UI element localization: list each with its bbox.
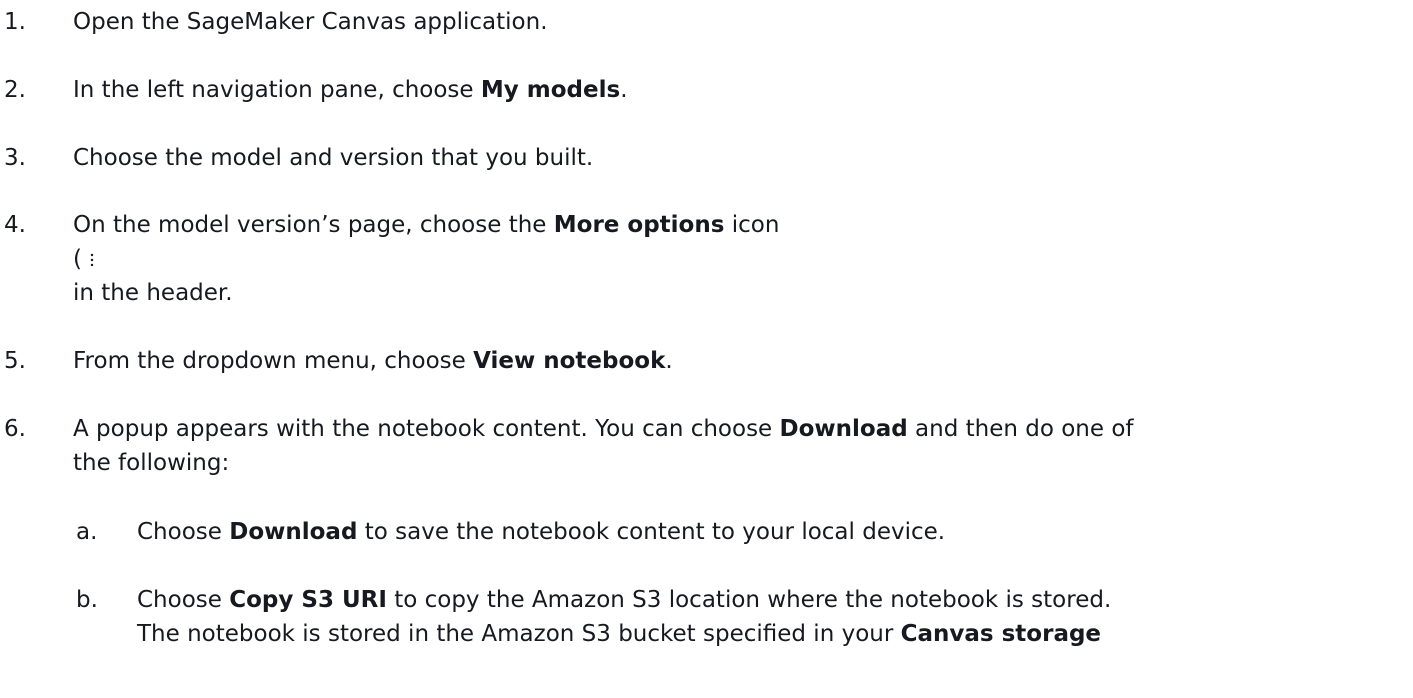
- ui-term-view-notebook: View notebook: [473, 348, 666, 374]
- more-options-icon: [90, 253, 94, 267]
- step-text: On the model version’s page, choose the …: [73, 212, 780, 306]
- ui-term-more-options: More options: [553, 212, 725, 238]
- ui-term-canvas-storage: Canvas storage: [900, 621, 1102, 647]
- substep-letter: a.: [76, 519, 98, 545]
- step-text: Open the SageMaker Canvas application.: [73, 9, 548, 35]
- step-text: A popup appears with the notebook conten…: [73, 416, 1134, 476]
- step-number: 1.: [4, 9, 26, 35]
- step-number: 2.: [4, 77, 26, 103]
- step-text: From the dropdown menu, choose View note…: [73, 348, 673, 374]
- numbered-steps-list: 1. Open the SageMaker Canvas application…: [0, 0, 1413, 698]
- ui-term-download-option: Download: [229, 519, 358, 545]
- ui-term-my-models: My models: [480, 77, 621, 103]
- substep-text: Choose Download to save the notebook con…: [137, 519, 946, 545]
- substep-text: Choose Copy S3 URI to copy the Amazon S3…: [137, 587, 1112, 647]
- step-number: 6.: [4, 416, 26, 442]
- ui-term-copy-s3-uri: Copy S3 URI: [229, 587, 387, 613]
- step-text: Choose the model and version that you bu…: [73, 145, 594, 171]
- ui-term-download: Download: [779, 416, 908, 442]
- step-number: 5.: [4, 348, 26, 374]
- step-text: In the left navigation pane, choose My m…: [73, 77, 628, 103]
- step-number: 3.: [4, 145, 26, 171]
- substep-letter: b.: [76, 587, 98, 613]
- step-number: 4.: [4, 212, 26, 238]
